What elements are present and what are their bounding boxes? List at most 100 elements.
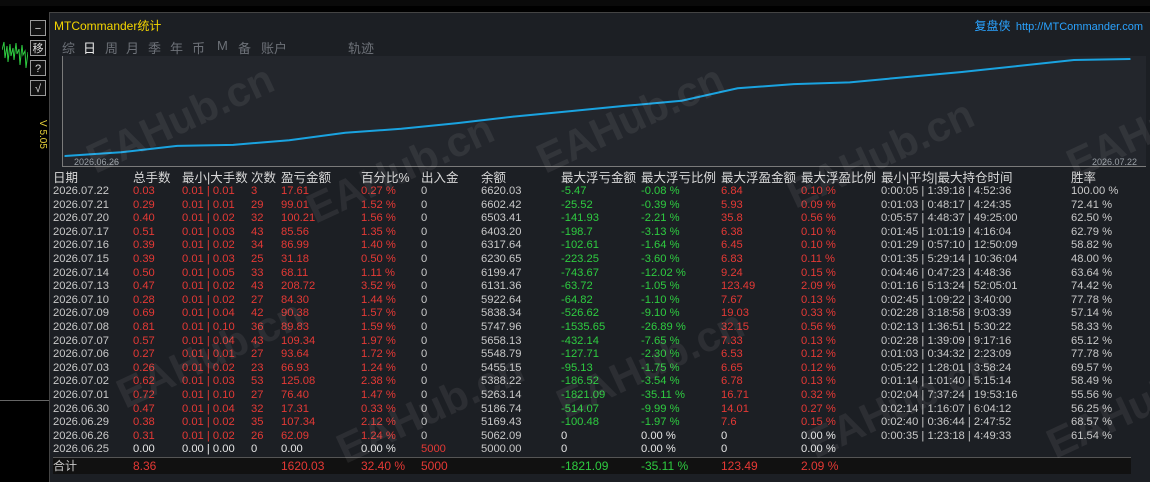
cell-pnl-pct: 1.72 % xyxy=(361,348,396,361)
cell-date: 2026.07.17 xyxy=(53,225,109,238)
header-deposit-withdraw[interactable]: 出入金 xyxy=(421,171,481,185)
cell-balance: 5747.96 xyxy=(481,320,522,333)
tab-2[interactable]: 周 xyxy=(105,38,118,57)
cell-win-rate: 68.57 % xyxy=(1071,416,1113,429)
header-pnl[interactable]: 盈亏金额 xyxy=(281,171,361,185)
brand-name: 复盘侠 xyxy=(974,19,1011,33)
cell-date: 2026.07.15 xyxy=(53,252,109,265)
cell-pnl-pct: 1.56 % xyxy=(361,212,396,225)
cell-balance: 6230.65 xyxy=(481,252,522,265)
cell-total-lots: 0.26 xyxy=(133,361,155,374)
tab-1[interactable]: 日 xyxy=(83,38,96,57)
cell-balance: 5922.64 xyxy=(481,293,522,306)
version-label: V 5.05 xyxy=(37,119,48,149)
cell-max-float-loss: -64.82 xyxy=(561,293,593,306)
header-min-max-lots[interactable]: 最小|大手数 xyxy=(182,171,251,185)
help-button[interactable]: ? xyxy=(30,60,46,76)
cell-win-rate: 55.56 % xyxy=(1071,388,1113,401)
tab-4[interactable]: 季 xyxy=(148,38,161,57)
cell-total-lots: 0.69 xyxy=(133,307,155,320)
table-row: 2026.07.01 0.72 0.01 | 0.10 27 76.40 1.47 % 0 5… xyxy=(53,389,1131,403)
cell-pnl: 89.83 xyxy=(281,320,309,333)
cell-max-float-loss-pct: -1.97 % xyxy=(641,416,680,429)
header-win-rate[interactable]: 胜率 xyxy=(1071,171,1131,185)
cell-max-float-loss-pct: 0.00 % xyxy=(641,443,676,456)
cell-pnl-pct: 1.24 % xyxy=(361,429,396,442)
header-max-float-profit-pct[interactable]: 最大浮盈比例 xyxy=(801,171,881,185)
header-hold-time[interactable]: 最小|平均|最大持仓时间 xyxy=(881,171,1071,185)
cell-win-rate: 48.00 % xyxy=(1071,252,1113,265)
balance-point-2026.07.20 xyxy=(1017,65,1019,67)
cell-balance: 6602.42 xyxy=(481,198,522,211)
cell-hold-time: 0:05:57 | 4:48:37 | 49:25:00 xyxy=(881,212,1018,225)
cell-date: 2026.07.16 xyxy=(53,239,109,252)
cell-max-float-profit-pct: 0.10 % xyxy=(801,185,836,197)
cell-pnl: 208.72 xyxy=(281,280,316,293)
table-row: 2026.07.10 0.28 0.01 | 0.02 27 84.30 1.44 % 0 5… xyxy=(53,294,1131,308)
cell-trade-count: 33 xyxy=(251,266,264,279)
table-row: 2026.07.20 0.40 0.01 | 0.02 32 100.21 1.56 % 0… xyxy=(53,212,1131,226)
cell-max-float-loss-pct: -12.02 % xyxy=(641,266,686,279)
cell-balance: 6503.41 xyxy=(481,212,522,225)
cell-min-max-lots: 0.01 | 0.01 xyxy=(182,348,235,361)
cell-min-max-lots: 0.01 | 0.02 xyxy=(182,239,235,252)
tab-5[interactable]: 年 xyxy=(170,38,183,57)
tab-6[interactable]: 币 xyxy=(192,38,205,57)
table-row: 2026.07.21 0.29 0.01 | 0.01 29 99.01 1.52 % 0 6… xyxy=(53,199,1131,213)
balance-point-2026.07.01 xyxy=(288,139,291,142)
tab-8[interactable]: 备 xyxy=(238,38,251,57)
header-max-float-profit[interactable]: 最大浮盈金额 xyxy=(721,171,801,185)
cell-min-max-lots: 0.01 | 0.02 xyxy=(182,361,235,374)
header-max-float-loss[interactable]: 最大浮亏金额 xyxy=(561,171,641,185)
cell-date: 2026.07.20 xyxy=(53,212,109,225)
cell-hold-time: 0:02:40 | 0:36:44 | 2:47:52 xyxy=(881,416,1012,429)
move-button[interactable]: 移 xyxy=(30,40,46,56)
cell-win-rate: 100.00 % xyxy=(1071,185,1119,197)
header-trade-count[interactable]: 次数 xyxy=(251,171,281,185)
minimize-button[interactable]: − xyxy=(30,20,46,36)
cell-hold-time: 0:00:35 | 1:23:18 | 4:49:33 xyxy=(881,429,1012,442)
tab-7[interactable]: M xyxy=(217,38,228,53)
tab-9[interactable]: 账户 xyxy=(261,38,287,57)
header-balance[interactable]: 余额 xyxy=(481,171,561,185)
tab-0[interactable]: 综 xyxy=(62,38,75,57)
total-pnl: 1620.03 xyxy=(281,456,361,474)
total-date: 合计 xyxy=(53,456,133,474)
cell-max-float-profit-pct: 0.15 % xyxy=(801,266,836,279)
cell-max-float-loss: -141.93 xyxy=(561,212,599,225)
cell-deposit-withdraw: 0 xyxy=(421,239,428,252)
cell-max-float-loss-pct: -35.11 % xyxy=(641,388,685,401)
balance-point-2026.07.22 xyxy=(1129,58,1131,60)
balance-point-2026.07.13 xyxy=(736,87,739,90)
cell-pnl-pct: 1.24 % xyxy=(361,361,396,374)
header-max-float-loss-pct[interactable]: 最大浮亏比例 xyxy=(641,171,721,185)
confirm-button[interactable]: √ xyxy=(30,80,46,96)
cell-total-lots: 0.40 xyxy=(133,212,155,225)
header-pnl-pct[interactable]: 百分比% xyxy=(361,171,421,185)
tab-10[interactable]: 轨迹 xyxy=(348,38,374,57)
cell-max-float-loss-pct: -2.30 % xyxy=(641,348,680,361)
cell-date: 2026.07.06 xyxy=(53,348,109,361)
table-row: 2026.07.08 0.81 0.01 | 0.10 36 89.83 1.59 % 0 5… xyxy=(53,321,1131,335)
header-total-lots[interactable]: 总手数 xyxy=(133,171,182,185)
cell-deposit-withdraw: 0 xyxy=(421,375,428,388)
cell-pnl-pct: 1.59 % xyxy=(361,320,396,333)
tab-3[interactable]: 月 xyxy=(126,38,139,57)
header-date[interactable]: 日期 xyxy=(53,171,133,185)
table-row: 2026.07.07 0.57 0.01 | 0.04 43 109.34 1.97 % 0… xyxy=(53,335,1131,349)
cell-pnl-pct: 2.12 % xyxy=(361,416,396,429)
cell-date: 2026.07.07 xyxy=(53,334,109,347)
table-row: 2026.06.26 0.31 0.01 | 0.02 26 62.09 1.24 % 0 5… xyxy=(53,430,1131,444)
brand-link[interactable]: 复盘侠 http://MTCommander.com xyxy=(974,17,1143,34)
cell-date: 2026.07.01 xyxy=(53,388,109,401)
brand-url[interactable]: http://MTCommander.com xyxy=(1016,21,1143,33)
cell-hold-time: 0:01:14 | 1:01:40 | 5:15:14 xyxy=(881,375,1012,388)
table-row: 2026.07.13 0.47 0.01 | 0.02 43 208.72 3.52 % 0… xyxy=(53,280,1131,294)
cell-max-float-loss: -5.47 xyxy=(561,185,587,197)
balance-point-2026.06.30 xyxy=(232,144,234,146)
balance-point-2026.07.06 xyxy=(456,122,459,124)
cell-total-lots: 0.50 xyxy=(133,266,155,279)
cell-pnl-pct: 0.33 % xyxy=(361,402,396,415)
cell-max-float-loss: -127.71 xyxy=(561,348,599,361)
cell-pnl-pct: 0.27 % xyxy=(361,185,396,197)
